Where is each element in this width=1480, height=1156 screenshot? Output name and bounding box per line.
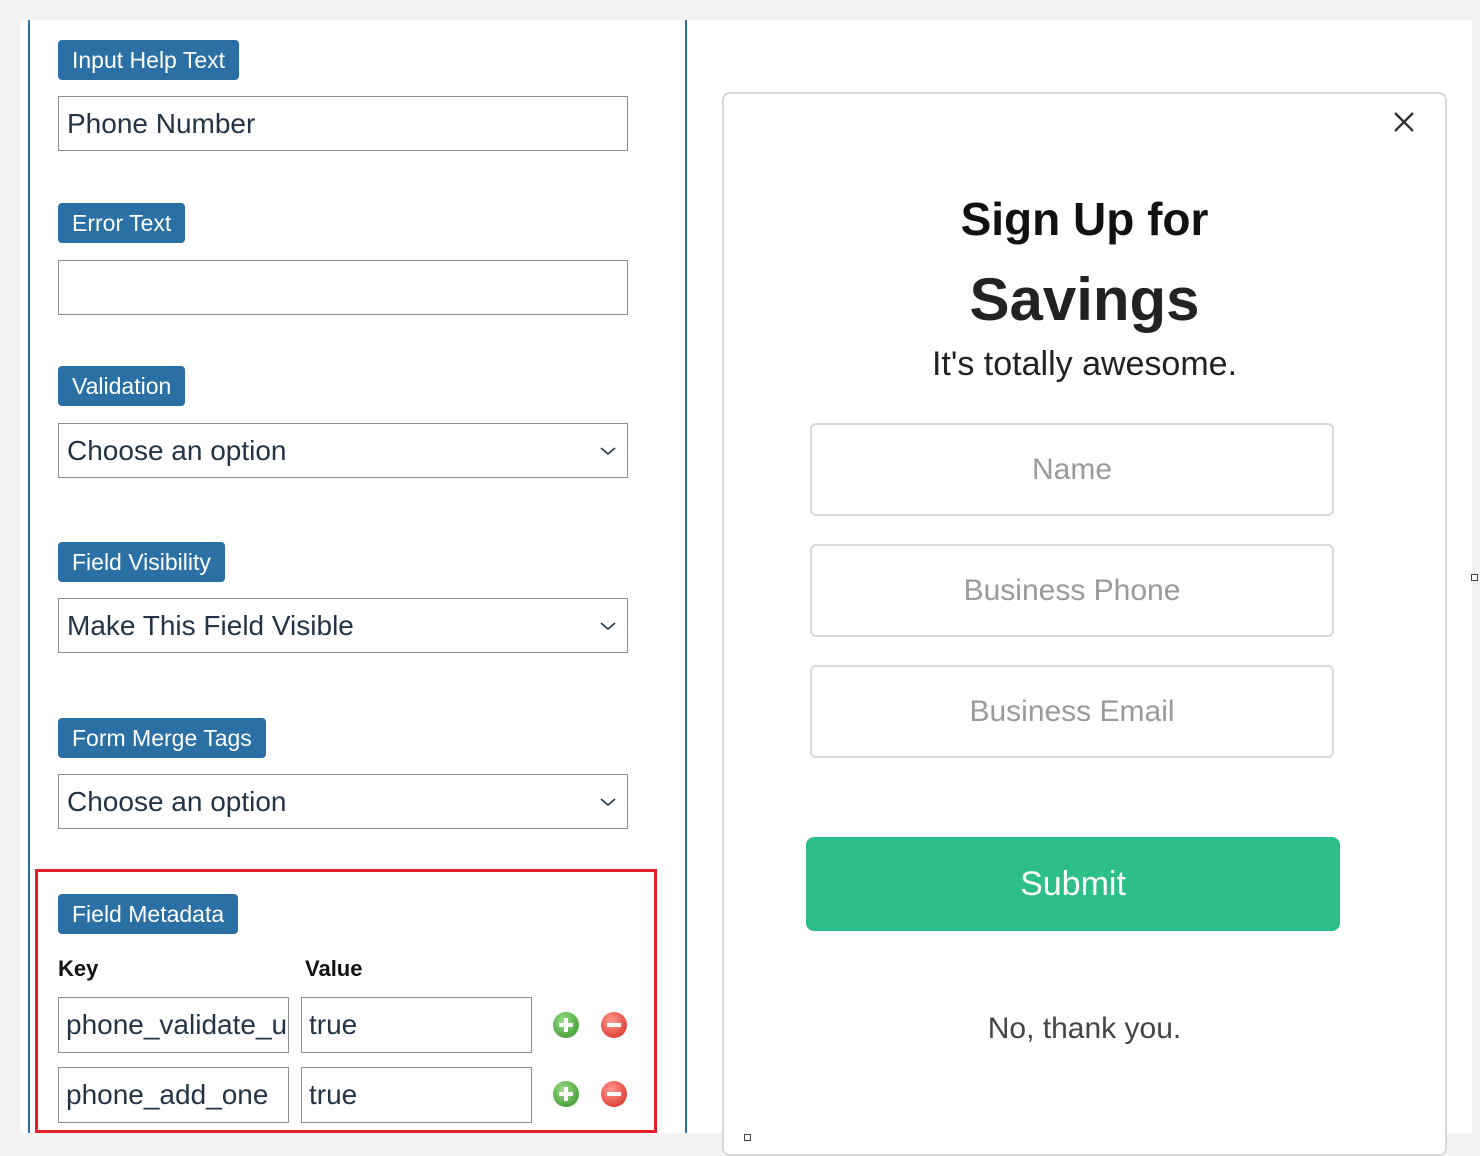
error-text-label: Error Text	[58, 203, 186, 243]
submit-button[interactable]: Submit	[806, 837, 1340, 931]
resize-handle[interactable]	[744, 1134, 751, 1141]
plus-icon	[559, 1087, 573, 1101]
add-row-button[interactable]	[553, 1012, 579, 1038]
validation-select[interactable]: Choose an option	[58, 423, 628, 478]
popup-title-line1: Sign Up for	[960, 193, 1209, 245]
chevron-down-icon	[600, 447, 616, 456]
field-visibility-select-value: Make This Field Visible	[67, 610, 354, 641]
close-icon[interactable]	[1390, 108, 1418, 136]
input-help-text-field[interactable]: Phone Number	[58, 96, 628, 151]
plus-icon	[559, 1018, 573, 1032]
field-visibility-label: Field Visibility	[58, 542, 225, 582]
value-column-header: Value	[305, 956, 363, 981]
metadata-value-input[interactable]: true	[301, 1067, 532, 1123]
form-merge-tags-select-value: Choose an option	[67, 786, 287, 817]
add-row-button[interactable]	[553, 1081, 579, 1107]
chevron-down-icon	[600, 798, 616, 807]
validation-label: Validation	[58, 366, 186, 406]
field-visibility-select[interactable]: Make This Field Visible	[58, 598, 628, 653]
business-phone-input[interactable]: Business Phone	[810, 544, 1334, 637]
remove-row-button[interactable]	[601, 1081, 627, 1107]
field-metadata-label: Field Metadata	[58, 894, 239, 934]
popup-title-line2: Savings	[969, 266, 1200, 333]
error-text-field[interactable]	[58, 260, 628, 315]
form-merge-tags-label: Form Merge Tags	[58, 718, 266, 758]
form-merge-tags-select[interactable]: Choose an option	[58, 774, 628, 829]
remove-row-button[interactable]	[601, 1012, 627, 1038]
metadata-key-input[interactable]: phone_add_one	[58, 1067, 289, 1123]
resize-handle[interactable]	[1471, 574, 1478, 581]
name-input[interactable]: Name	[810, 423, 1334, 516]
minus-icon	[607, 1092, 621, 1096]
validation-select-value: Choose an option	[67, 435, 287, 466]
decline-link[interactable]: No, thank you.	[722, 1012, 1447, 1046]
minus-icon	[607, 1023, 621, 1027]
input-help-text-label: Input Help Text	[58, 40, 240, 80]
key-column-header: Key	[58, 956, 99, 981]
chevron-down-icon	[600, 622, 616, 631]
business-email-input[interactable]: Business Email	[810, 665, 1334, 758]
metadata-value-input[interactable]: true	[301, 997, 532, 1053]
metadata-key-input[interactable]: phone_validate_u	[58, 997, 289, 1053]
popup-subtitle: It's totally awesome.	[931, 345, 1238, 383]
